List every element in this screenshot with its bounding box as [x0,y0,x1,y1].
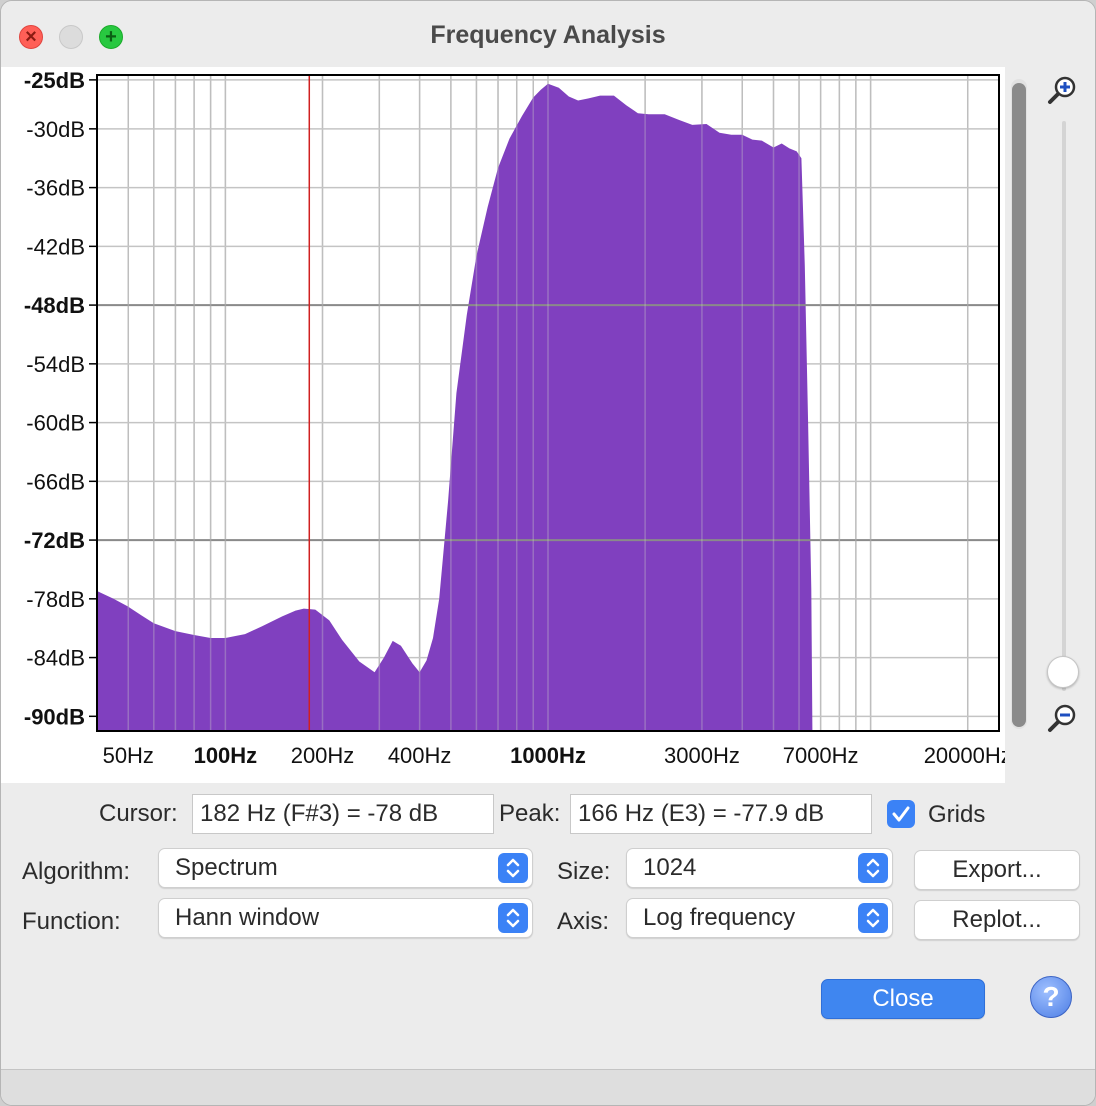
axis-select[interactable]: Log frequency [626,898,893,938]
zoom-out-icon[interactable] [1045,701,1079,735]
y-tick-label: -54dB [26,352,85,377]
y-tick-label: -90dB [24,704,85,729]
window-title: Frequency Analysis [430,21,666,49]
grids-label: Grids [928,801,986,828]
updown-arrows-icon [858,853,888,883]
export-button[interactable]: Export... [914,850,1080,890]
help-icon[interactable]: ? [1030,976,1072,1018]
y-tick-label: -78dB [26,587,85,612]
x-tick-label: 400Hz [388,743,452,768]
cursor-label: Cursor: [99,800,178,827]
x-tick-label: 3000Hz [664,743,740,768]
x-tick-label: 7000Hz [783,743,859,768]
cursor-readout-field[interactable]: 182 Hz (F#3) = -78 dB [192,794,494,834]
title-bar: × + Frequency Analysis [1,1,1095,67]
size-select-value: 1024 [643,854,697,881]
axis-select-value: Log frequency [643,904,796,931]
function-label: Function: [22,908,121,935]
grids-checkbox[interactable] [887,800,915,828]
frequency-analysis-window: × + Frequency Analysis -25dB -30dB -36dB -4… [0,0,1096,1106]
checkmark-icon [892,806,910,822]
close-button[interactable]: Close [821,979,985,1019]
algorithm-label: Algorithm: [22,858,131,885]
peak-readout-field[interactable]: 166 Hz (E3) = -77.9 dB [570,794,872,834]
y-tick-label: -66dB [26,469,85,494]
y-tick-label: -72dB [24,528,85,553]
updown-arrows-icon [858,903,888,933]
function-select-value: Hann window [175,904,320,931]
size-label: Size: [557,858,611,885]
zoom-slider-track[interactable] [1062,121,1066,691]
y-tick-label: -30dB [26,117,85,142]
size-select[interactable]: 1024 [626,848,893,888]
zoom-in-icon[interactable] [1045,73,1079,107]
x-tick-label: 20000Hz [924,743,1005,768]
function-select[interactable]: Hann window [158,898,533,938]
spectrum-plot-area[interactable]: -25dB -30dB -36dB -42dB -48dB -54dB -60dB -66dB… [1,67,1005,783]
replot-button[interactable]: Replot... [914,900,1080,940]
y-tick-label: -60dB [26,411,85,436]
x-tick-label: 100Hz [194,743,258,768]
x-tick-label: 50Hz [103,743,154,768]
zoom-slider-thumb[interactable] [1047,656,1079,688]
spectrum-plot[interactable]: -25dB -30dB -36dB -42dB -48dB -54dB -60dB -66dB… [1,67,1005,783]
y-tick-label: -84dB [26,646,85,671]
algorithm-select-value: Spectrum [175,854,278,881]
axis-label: Axis: [557,908,610,935]
window-bottom-bar [1,1069,1095,1105]
y-tick-label: -36dB [26,176,85,201]
y-tick-label: -48dB [24,293,85,318]
peak-label: Peak: [499,800,561,827]
updown-arrows-icon [498,903,528,933]
updown-arrows-icon [498,853,528,883]
y-tick-label: -25dB [24,68,85,93]
x-tick-label: 200Hz [291,743,355,768]
algorithm-select[interactable]: Spectrum [158,848,533,888]
x-tick-label: 1000Hz [510,743,586,768]
vertical-scrollbar-thumb[interactable] [1012,83,1026,727]
y-tick-label: -42dB [26,234,85,259]
